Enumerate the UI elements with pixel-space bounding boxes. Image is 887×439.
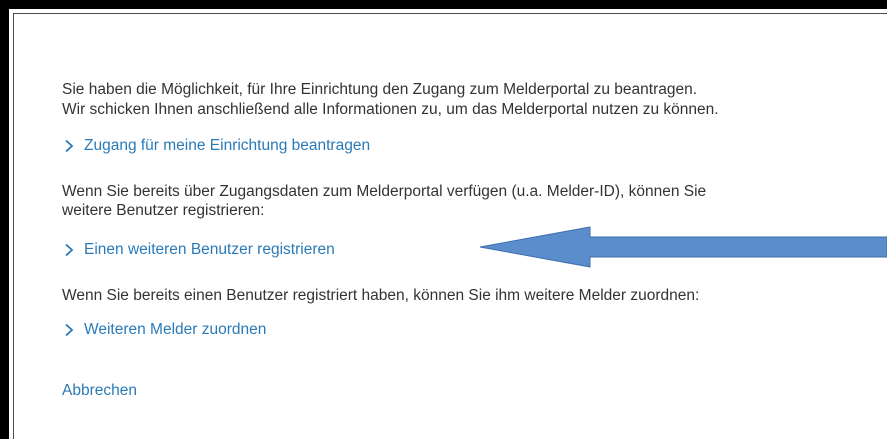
existing-user-text: Wenn Sie bereits einen Benutzer registri… xyxy=(62,287,700,304)
chevron-right-icon xyxy=(65,139,74,152)
intro-text-line-2: Wir schicken Ihnen anschließend alle Inf… xyxy=(62,101,719,118)
intro-text-line-1: Sie haben die Möglichkeit, für Ihre Einr… xyxy=(62,81,698,98)
register-user-link-label: Einen weiteren Benutzer registrieren xyxy=(84,241,335,258)
cancel-link[interactable]: Abbrechen xyxy=(62,381,137,400)
assign-reporter-link[interactable]: Weiteren Melder zuordnen xyxy=(62,320,266,339)
chevron-right-icon xyxy=(65,323,74,336)
register-user-link[interactable]: Einen weiteren Benutzer registrieren xyxy=(62,240,335,259)
chevron-right-icon xyxy=(65,243,74,256)
request-access-link-label: Zugang für meine Einrichtung beantragen xyxy=(84,137,371,154)
window-inner-border xyxy=(13,13,887,439)
existing-access-text-line-1: Wenn Sie bereits über Zugangsdaten zum M… xyxy=(62,183,707,200)
request-access-link[interactable]: Zugang für meine Einrichtung beantragen xyxy=(62,136,370,155)
existing-access-text-line-2: weitere Benutzer registrieren: xyxy=(62,202,265,219)
assign-reporter-link-label: Weiteren Melder zuordnen xyxy=(84,321,267,338)
